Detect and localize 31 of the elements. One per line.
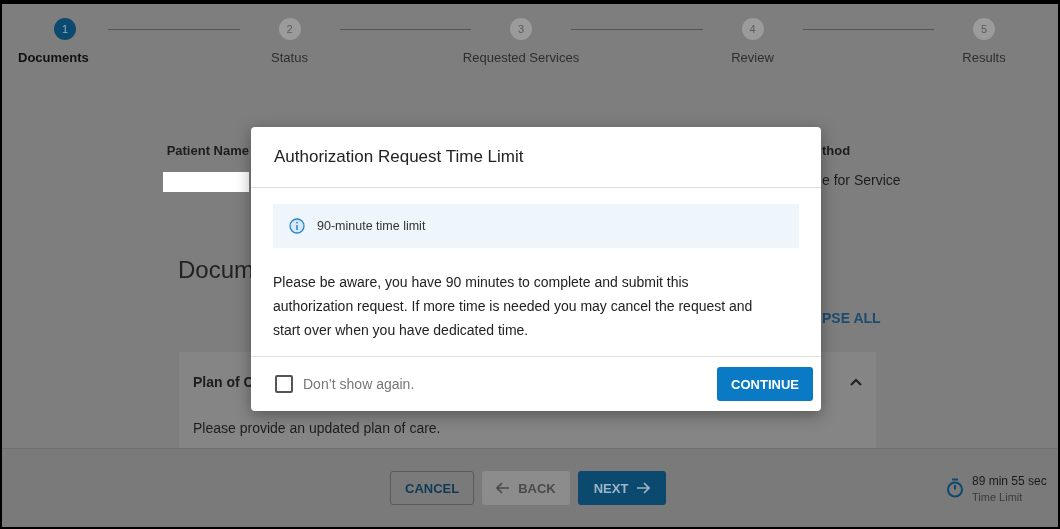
continue-button[interactable]: CONTINUE: [717, 367, 813, 401]
field-label: Patient Name: [166, 143, 249, 158]
info-icon: [289, 218, 305, 234]
field-label: thod: [822, 143, 852, 158]
step-number: 2: [278, 18, 301, 40]
section-title: Docum: [178, 256, 255, 284]
arrow-left-icon: [496, 482, 511, 494]
field-value: e for Service: [822, 172, 902, 188]
dialog-message: Please be aware, you have 90 minutes to complete and submit this authorization request. If more time is needed you may cancel the request and start over when you have dedicated time.: [273, 273, 754, 340]
stopwatch-icon: [946, 478, 964, 498]
step-number: 5: [973, 18, 995, 40]
arrow-right-icon: [636, 482, 651, 494]
timer-label: Time Limit: [972, 490, 1024, 503]
step-label: Results: [962, 50, 1006, 65]
dialog-title: Authorization Request Time Limit: [274, 147, 524, 167]
collapse-all-link[interactable]: PSE ALL: [822, 310, 881, 326]
step-label: Review: [731, 50, 774, 65]
checkbox-label: Don’t show again.: [303, 376, 415, 392]
step-number: 1: [54, 18, 76, 40]
chevron-up-icon[interactable]: [850, 378, 862, 386]
step-number: 4: [741, 18, 764, 40]
step-number: 3: [510, 18, 532, 40]
step-label: Requested Services: [462, 50, 580, 65]
checkbox[interactable]: [275, 375, 293, 393]
step-label: Status: [271, 50, 308, 65]
notice-text: 90-minute time limit: [317, 219, 426, 233]
card-text: Please provide an updated plan of care.: [193, 420, 442, 436]
cancel-button[interactable]: CANCEL: [390, 471, 475, 505]
next-button[interactable]: NEXT: [577, 471, 667, 505]
step-label: Documents: [18, 50, 89, 65]
time-remaining: 89 min 55 sec: [972, 473, 1047, 488]
